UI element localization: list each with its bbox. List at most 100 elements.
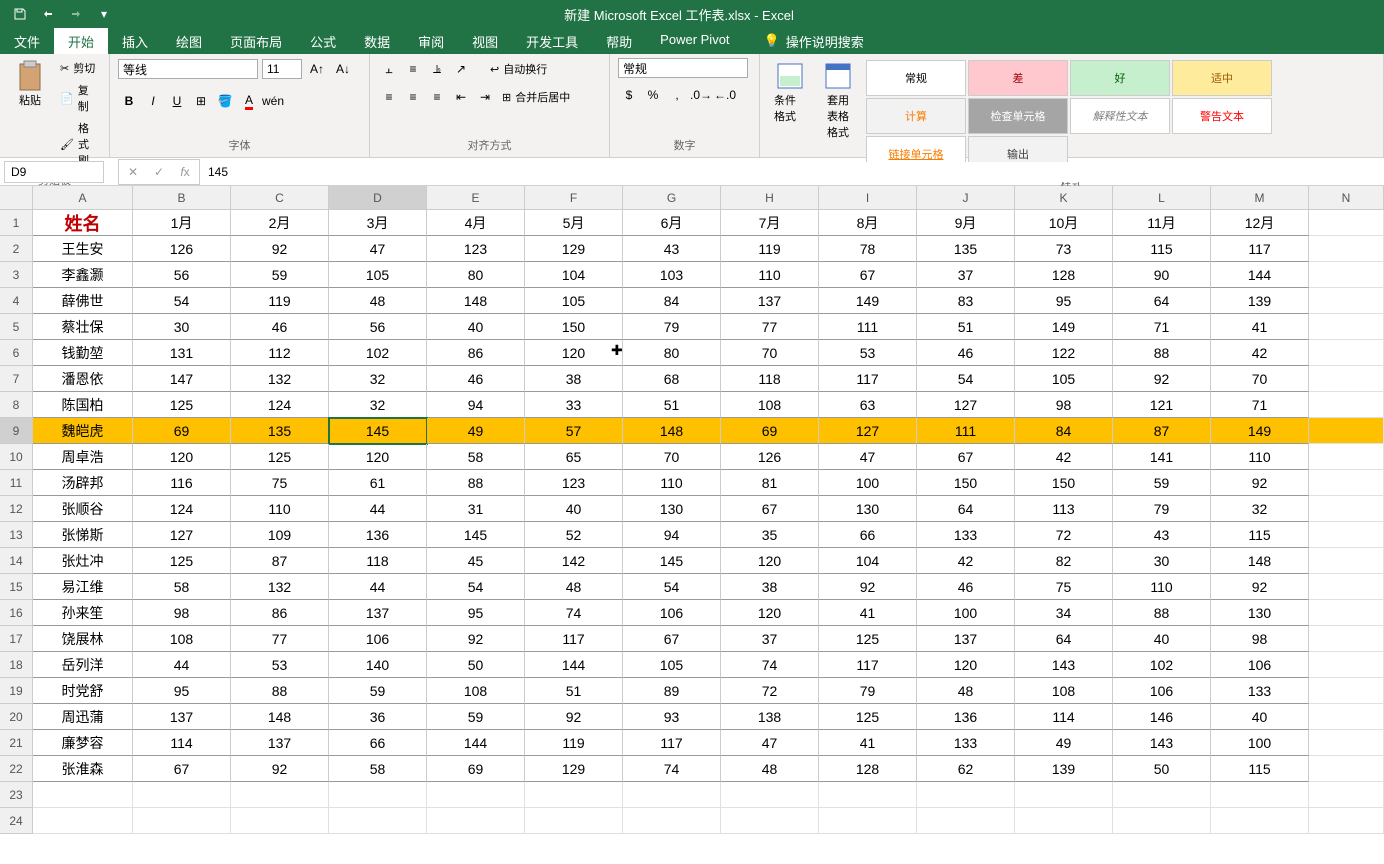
cell[interactable]: 106 [1211,652,1309,678]
cell[interactable]: 67 [721,496,819,522]
col-header-C[interactable]: C [231,186,329,210]
cell[interactable]: 张淮森 [33,756,133,782]
cell[interactable]: 57 [525,418,623,444]
cell[interactable]: 54 [623,574,721,600]
cell[interactable]: 114 [1015,704,1113,730]
cell[interactable]: 98 [133,600,231,626]
cell[interactable]: 77 [721,314,819,340]
cell[interactable]: 46 [231,314,329,340]
cell[interactable]: 张灶冲 [33,548,133,574]
cell[interactable] [1211,808,1309,834]
col-header-I[interactable]: I [819,186,917,210]
cell[interactable]: 98 [1015,392,1113,418]
align-center-button[interactable]: ≡ [402,86,424,108]
cell[interactable]: 70 [1211,366,1309,392]
cell[interactable]: 41 [1211,314,1309,340]
merge-button[interactable]: ⊞合并后居中 [498,86,574,108]
cell[interactable] [819,782,917,808]
cell[interactable]: 74 [623,756,721,782]
cell[interactable] [623,782,721,808]
cell[interactable]: 95 [1015,288,1113,314]
cell-style-6[interactable]: 解释性文本 [1070,98,1170,134]
underline-button[interactable]: U [166,90,188,112]
cell[interactable]: 72 [1015,522,1113,548]
cell[interactable]: 137 [231,730,329,756]
header-cell[interactable]: 4月 [427,210,525,236]
cell[interactable]: 144 [525,652,623,678]
cell[interactable]: 38 [525,366,623,392]
cell-style-0[interactable]: 常规 [866,60,966,96]
cell[interactable]: 48 [917,678,1015,704]
cell[interactable]: 125 [819,704,917,730]
header-cell[interactable]: 8月 [819,210,917,236]
redo-button[interactable] [66,4,86,24]
cell-style-7[interactable]: 警告文本 [1172,98,1272,134]
cell[interactable] [231,782,329,808]
cell[interactable]: 44 [329,574,427,600]
comma-button[interactable]: , [666,84,688,106]
cell[interactable]: 122 [1015,340,1113,366]
cell[interactable]: 128 [819,756,917,782]
row-header-5[interactable]: 5 [0,314,33,340]
cell[interactable]: 111 [917,418,1015,444]
col-header-F[interactable]: F [525,186,623,210]
cell[interactable] [721,782,819,808]
cell[interactable]: 46 [917,574,1015,600]
phonetic-button[interactable]: wén [262,90,284,112]
cell[interactable]: 149 [1211,418,1309,444]
header-cell[interactable]: 11月 [1113,210,1211,236]
cut-button[interactable]: ✂剪切 [56,58,101,78]
undo-button[interactable] [38,4,58,24]
cell[interactable]: 44 [329,496,427,522]
cell[interactable]: 126 [133,236,231,262]
cell[interactable]: 133 [917,730,1015,756]
cell[interactable]: 145 [427,522,525,548]
name-box[interactable] [4,161,104,183]
decrease-indent-button[interactable]: ⇤ [450,86,472,108]
cell-style-1[interactable]: 差 [968,60,1068,96]
cell[interactable]: 92 [231,756,329,782]
cell[interactable]: 120 [329,444,427,470]
row-header-18[interactable]: 18 [0,652,33,678]
cell[interactable]: 42 [917,548,1015,574]
cell[interactable]: 104 [819,548,917,574]
cell[interactable]: 周迅蒲 [33,704,133,730]
cell[interactable]: 46 [917,340,1015,366]
cell[interactable]: 45 [427,548,525,574]
header-cell[interactable]: 姓名 [33,210,133,236]
align-middle-button[interactable]: ≡ [402,58,424,80]
cell[interactable] [427,782,525,808]
cell[interactable]: 张顺谷 [33,496,133,522]
cell[interactable]: 53 [819,340,917,366]
cell[interactable]: 孙来笙 [33,600,133,626]
cell[interactable]: 63 [819,392,917,418]
cell[interactable]: 147 [133,366,231,392]
cell[interactable]: 90 [1113,262,1211,288]
cell[interactable]: 106 [1113,678,1211,704]
cell[interactable]: 93 [623,704,721,730]
cell[interactable]: 78 [819,236,917,262]
cell[interactable]: 127 [819,418,917,444]
font-color-button[interactable]: A [238,90,260,112]
header-cell[interactable]: 2月 [231,210,329,236]
cell[interactable] [133,782,231,808]
row-header-13[interactable]: 13 [0,522,33,548]
cell[interactable]: 61 [329,470,427,496]
cell[interactable]: 80 [427,262,525,288]
cell[interactable]: 129 [525,756,623,782]
cell[interactable]: 67 [917,444,1015,470]
cell[interactable]: 113 [1015,496,1113,522]
cell[interactable]: 129 [525,236,623,262]
cell[interactable]: 71 [1113,314,1211,340]
ribbon-tab-5[interactable]: 公式 [296,28,350,54]
cell[interactable]: 118 [329,548,427,574]
cell[interactable]: 75 [231,470,329,496]
cell[interactable]: 潘恩依 [33,366,133,392]
cell[interactable]: 105 [525,288,623,314]
cell[interactable]: 42 [1211,340,1309,366]
cell[interactable]: 137 [917,626,1015,652]
cell[interactable]: 130 [1211,600,1309,626]
cell[interactable]: 35 [721,522,819,548]
header-cell[interactable]: 5月 [525,210,623,236]
save-button[interactable] [10,4,30,24]
